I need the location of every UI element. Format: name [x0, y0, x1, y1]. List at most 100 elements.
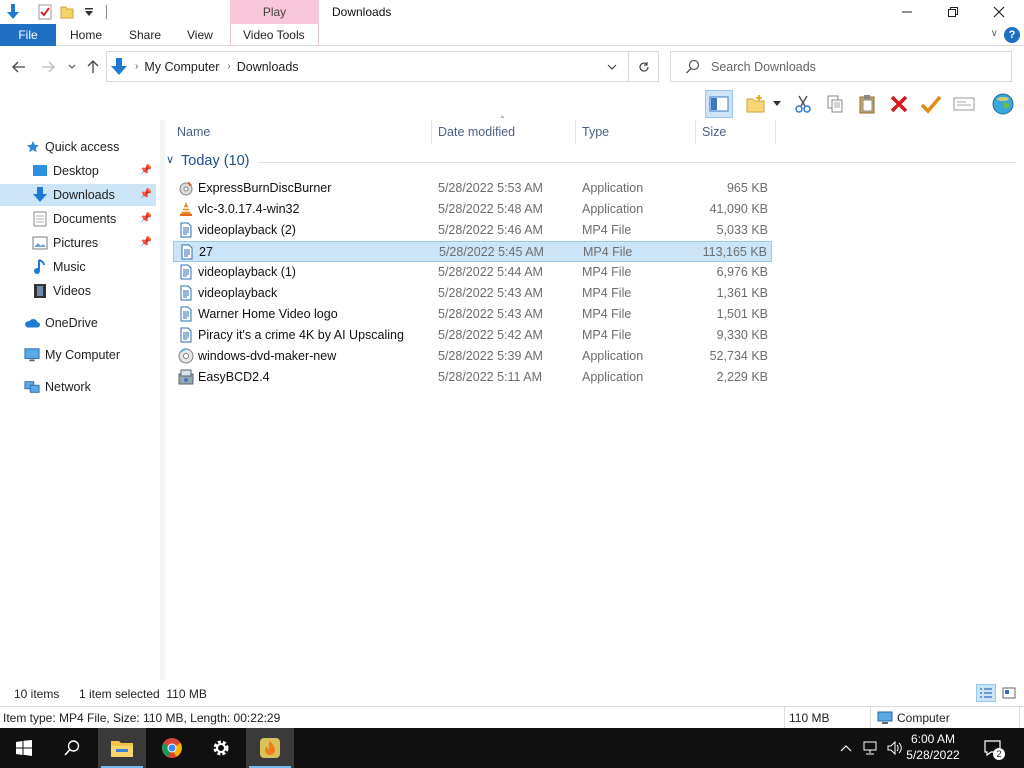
- refresh-button[interactable]: [628, 52, 658, 81]
- new-folder-dropdown[interactable]: [770, 90, 784, 118]
- sidebar-item-my-computer[interactable]: My Computer: [0, 344, 156, 366]
- breadcrumb-separator[interactable]: ›: [227, 61, 230, 72]
- search-box[interactable]: [670, 51, 1012, 82]
- new-folder-icon[interactable]: [58, 3, 76, 21]
- new-folder-button[interactable]: [742, 90, 770, 118]
- sidebar-item-pictures[interactable]: Pictures 📌: [0, 232, 156, 254]
- search-input[interactable]: [711, 58, 1001, 76]
- large-icons-view-button[interactable]: [999, 684, 1019, 702]
- file-row[interactable]: videoplayback (2) 5/28/2022 5:46 AM MP4 …: [173, 220, 772, 241]
- group-header-today[interactable]: ∨ Today (10): [166, 151, 1016, 173]
- tab-home[interactable]: Home: [70, 24, 102, 46]
- file-icon: [179, 244, 195, 260]
- sidebar-item-documents[interactable]: Documents 📌: [0, 208, 156, 230]
- tab-video-tools[interactable]: Video Tools: [243, 24, 305, 46]
- file-type: MP4 File: [582, 286, 632, 300]
- column-header-date-modified[interactable]: Date modified: [438, 120, 515, 144]
- file-row[interactable]: videoplayback (1) 5/28/2022 5:44 AM MP4 …: [173, 262, 772, 283]
- restore-button[interactable]: [930, 0, 976, 24]
- minimize-button[interactable]: [884, 0, 930, 24]
- file-size: 6,976 KB: [716, 265, 768, 279]
- breadcrumb-my-computer[interactable]: My Computer: [144, 60, 219, 74]
- column-divider[interactable]: [775, 120, 776, 144]
- taskbar-app[interactable]: [246, 728, 294, 768]
- new-folder-icon: [746, 95, 765, 113]
- address-bar[interactable]: › My Computer › Downloads: [106, 51, 659, 82]
- sidebar-item-music[interactable]: Music: [0, 256, 156, 278]
- chevron-down-icon: [607, 64, 617, 70]
- sidebar-item-downloads[interactable]: Downloads 📌: [0, 184, 156, 206]
- tab-share[interactable]: Share: [129, 24, 161, 46]
- file-icon: [178, 306, 194, 322]
- sidebar-item-videos[interactable]: Videos: [0, 280, 156, 302]
- file-row[interactable]: Piracy it's a crime 4K by AI Upscaling 5…: [173, 325, 772, 346]
- pin-icon[interactable]: 📌: [140, 237, 152, 248]
- context-tab-play[interactable]: Play: [230, 0, 319, 24]
- taskbar-clock[interactable]: 6:00 AM 5/28/2022: [898, 731, 968, 763]
- globe-button[interactable]: [989, 90, 1017, 118]
- taskbar-search-button[interactable]: [48, 728, 96, 768]
- film-icon: [32, 283, 48, 299]
- preview-pane-button[interactable]: [705, 90, 733, 118]
- group-divider: [258, 162, 1016, 163]
- close-button[interactable]: [976, 0, 1022, 24]
- file-name: Piracy it's a crime 4K by AI Upscaling: [198, 328, 404, 342]
- properties-icon[interactable]: [36, 3, 54, 21]
- column-divider[interactable]: [575, 120, 576, 144]
- column-divider[interactable]: [695, 120, 696, 144]
- network-status-button[interactable]: [860, 728, 882, 768]
- download-arrow-icon[interactable]: [4, 3, 22, 21]
- customize-qat-icon[interactable]: [80, 3, 98, 21]
- file-row[interactable]: vlc-3.0.17.4-win32 5/28/2022 5:48 AM App…: [173, 199, 772, 220]
- recent-locations-button[interactable]: [63, 58, 81, 76]
- sidebar-item-label: Desktop: [53, 164, 99, 178]
- pin-icon[interactable]: 📌: [140, 213, 152, 224]
- column-header-size[interactable]: Size: [702, 120, 726, 144]
- close-icon: [993, 6, 1005, 18]
- taskbar-file-explorer[interactable]: [98, 728, 146, 768]
- action-center-button[interactable]: 2: [980, 728, 1006, 768]
- column-header-name[interactable]: Name: [177, 120, 210, 144]
- column-header-type[interactable]: Type: [582, 120, 609, 144]
- rename-button[interactable]: [917, 90, 945, 118]
- up-button[interactable]: [84, 58, 102, 76]
- breadcrumb-downloads[interactable]: Downloads: [237, 60, 299, 74]
- folder-icon: [111, 741, 133, 757]
- back-button[interactable]: [10, 58, 28, 76]
- sidebar-item-network[interactable]: Network: [0, 376, 156, 398]
- details-view-button[interactable]: [976, 684, 996, 702]
- breadcrumb-separator[interactable]: ›: [135, 61, 138, 72]
- file-row[interactable]: videoplayback 5/28/2022 5:43 AM MP4 File…: [173, 283, 772, 304]
- copy-button[interactable]: [821, 90, 849, 118]
- installer-icon: [178, 369, 194, 385]
- file-row[interactable]: ExpressBurnDiscBurner 5/28/2022 5:53 AM …: [173, 178, 772, 199]
- properties-button[interactable]: [950, 90, 978, 118]
- pin-icon[interactable]: 📌: [140, 189, 152, 200]
- help-button[interactable]: ?: [1004, 27, 1020, 43]
- file-row[interactable]: EasyBCD2.4 5/28/2022 5:11 AM Application…: [173, 367, 772, 388]
- address-dropdown-button[interactable]: [602, 52, 622, 81]
- pin-icon[interactable]: 📌: [140, 165, 152, 176]
- column-divider[interactable]: [431, 120, 432, 144]
- sidebar-item-desktop[interactable]: Desktop 📌: [0, 160, 156, 182]
- show-hidden-icons-button[interactable]: [838, 728, 854, 768]
- file-row[interactable]: Warner Home Video logo 5/28/2022 5:43 AM…: [173, 304, 772, 325]
- start-button[interactable]: [0, 728, 48, 768]
- file-row[interactable]: 27 5/28/2022 5:45 AM MP4 File 113,165 KB: [173, 241, 772, 262]
- tab-file[interactable]: File: [0, 24, 56, 46]
- paste-button[interactable]: [853, 90, 881, 118]
- pane-splitter[interactable]: [160, 120, 165, 680]
- forward-button[interactable]: [39, 58, 57, 76]
- sidebar-item-quick-access[interactable]: Quick access: [0, 136, 156, 158]
- delete-button[interactable]: [885, 90, 913, 118]
- cut-button[interactable]: [789, 90, 817, 118]
- tab-view[interactable]: View: [187, 24, 213, 46]
- sidebar-item-label: Videos: [53, 284, 91, 298]
- taskbar-settings[interactable]: [197, 728, 245, 768]
- expand-ribbon-icon[interactable]: ∨: [991, 28, 998, 39]
- sidebar-item-onedrive[interactable]: OneDrive: [0, 312, 156, 334]
- taskbar-chrome[interactable]: [148, 728, 196, 768]
- file-row[interactable]: windows-dvd-maker-new 5/28/2022 5:39 AM …: [173, 346, 772, 367]
- refresh-icon: [638, 61, 649, 72]
- chrome-icon: [162, 738, 182, 758]
